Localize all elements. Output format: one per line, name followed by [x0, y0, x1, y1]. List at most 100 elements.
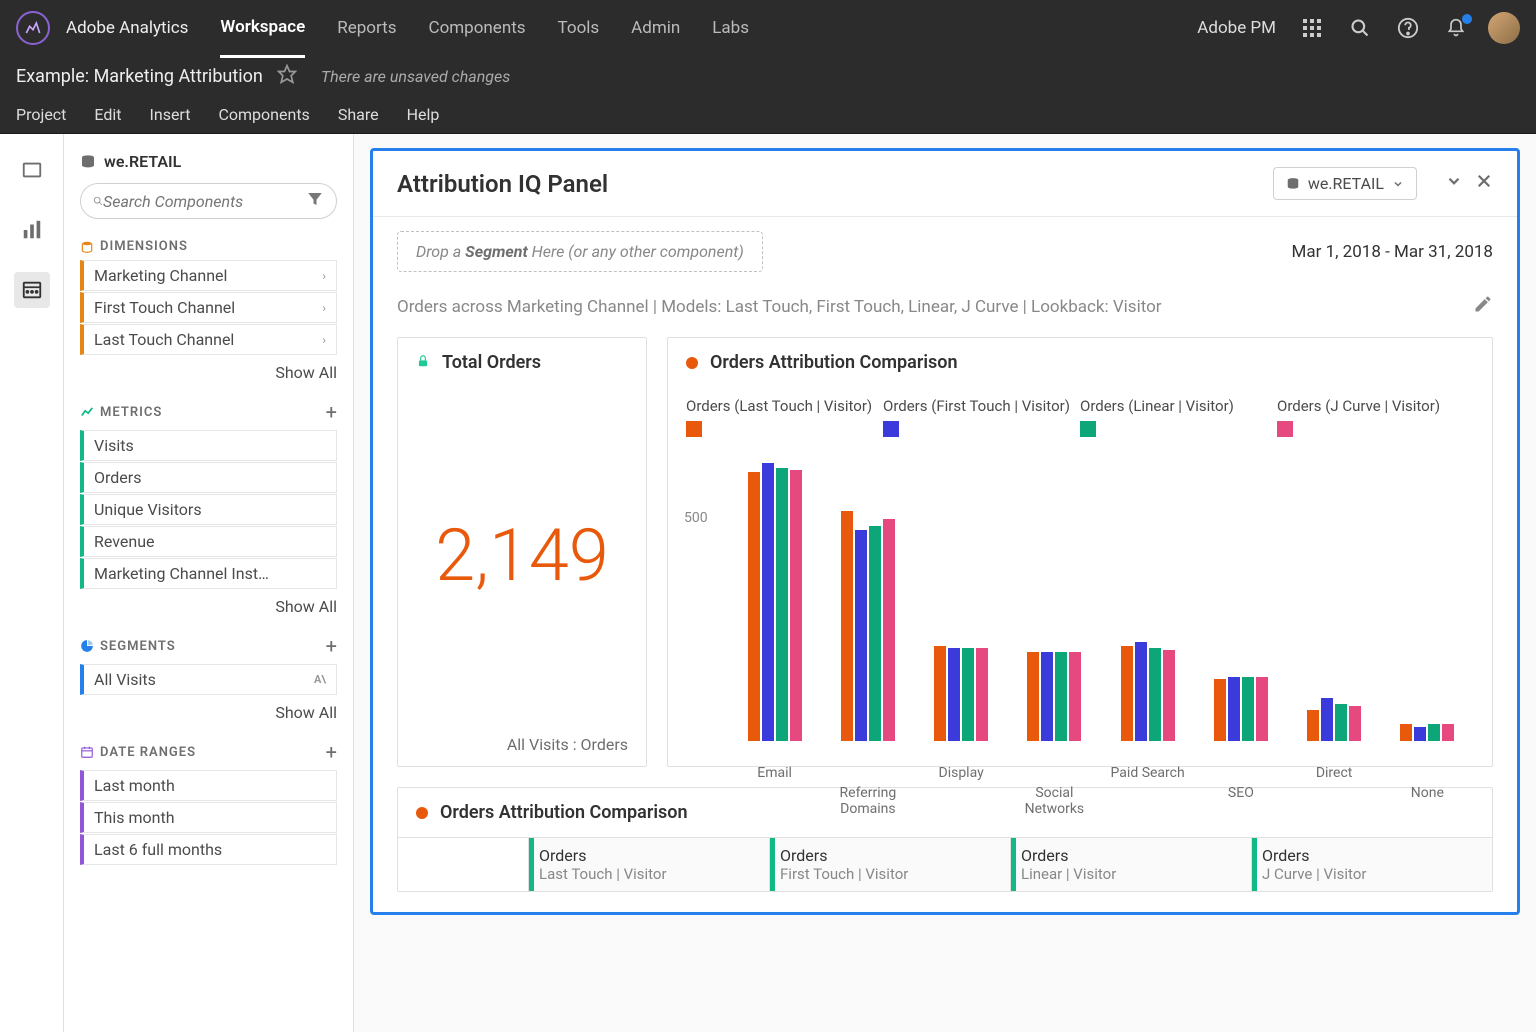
panel-collapse-icon[interactable] — [1445, 172, 1463, 195]
dimensions-show-all[interactable]: Show All — [80, 363, 337, 382]
segments-show-all[interactable]: Show All — [80, 703, 337, 722]
component-item[interactable]: Unique Visitors — [80, 494, 337, 525]
legend-item: Orders (Last Touch | Visitor) — [686, 397, 883, 441]
x-axis-label: SEO — [1194, 785, 1287, 817]
nav-item-labs[interactable]: Labs — [712, 0, 749, 56]
component-item[interactable]: Last month — [80, 770, 337, 801]
component-search[interactable] — [80, 183, 337, 219]
user-avatar[interactable] — [1488, 12, 1520, 44]
bar — [1349, 706, 1361, 741]
panel-suite-selector[interactable]: we.RETAIL — [1273, 167, 1417, 200]
help-icon[interactable] — [1396, 16, 1420, 40]
component-item[interactable]: Marketing Channel› — [80, 260, 337, 291]
menu-edit[interactable]: Edit — [94, 105, 121, 124]
bar-chart: 500 — [728, 451, 1474, 741]
bar — [976, 648, 988, 741]
panel-suite-name: we.RETAIL — [1308, 174, 1384, 193]
search-input[interactable] — [103, 192, 306, 211]
bar — [1027, 652, 1039, 741]
nav-item-components[interactable]: Components — [429, 0, 526, 56]
bar — [1256, 677, 1268, 741]
add-daterange-button[interactable]: + — [326, 740, 337, 764]
menu-help[interactable]: Help — [407, 105, 440, 124]
menu-insert[interactable]: Insert — [150, 105, 191, 124]
table-column-header[interactable]: OrdersJ Curve | Visitor — [1251, 838, 1492, 891]
metrics-show-all[interactable]: Show All — [80, 597, 337, 616]
nav-item-workspace[interactable]: Workspace — [220, 0, 305, 58]
search-icon[interactable] — [1348, 16, 1372, 40]
card-color-dot — [686, 357, 698, 369]
panel-header: Attribution IQ Panel we.RETAIL — [373, 151, 1517, 217]
menu-components[interactable]: Components — [218, 105, 309, 124]
component-item[interactable]: Marketing Channel Inst… — [80, 558, 337, 589]
component-item[interactable]: Revenue — [80, 526, 337, 557]
apps-icon[interactable] — [1300, 16, 1324, 40]
filter-icon[interactable] — [306, 190, 324, 212]
add-segment-button[interactable]: + — [326, 634, 337, 658]
segments-section-head: SEGMENTS + — [80, 634, 337, 658]
chart-legend: Orders (Last Touch | Visitor)Orders (Fir… — [668, 387, 1492, 451]
component-item[interactable]: Last 6 full months — [80, 834, 337, 865]
card-color-dot — [416, 807, 428, 819]
x-axis-label: Display — [915, 765, 1008, 781]
legend-item: Orders (J Curve | Visitor) — [1277, 397, 1474, 441]
attribution-chart-card: Orders Attribution Comparison Orders (La… — [667, 337, 1493, 767]
x-axis-label: Paid Search — [1101, 765, 1194, 781]
x-axis-label: Direct — [1288, 765, 1381, 781]
bar — [790, 470, 802, 741]
menu-project[interactable]: Project — [16, 105, 66, 124]
x-axis-label: None — [1381, 785, 1474, 817]
favorite-star-icon[interactable] — [277, 64, 297, 89]
components-sidebar: we.RETAIL DIMENSIONS Marketing Channel›F… — [64, 134, 354, 1032]
notifications-icon[interactable] — [1444, 16, 1468, 40]
bar — [1228, 677, 1240, 741]
table-column-header[interactable]: OrdersFirst Touch | Visitor — [769, 838, 1010, 891]
bar — [1149, 648, 1161, 741]
bar — [1428, 724, 1440, 741]
legend-item: Orders (First Touch | Visitor) — [883, 397, 1080, 441]
component-item[interactable]: All VisitsA\ — [80, 664, 337, 695]
org-switcher[interactable]: Adobe PM — [1197, 18, 1276, 38]
panel-close-icon[interactable] — [1475, 172, 1493, 195]
component-item[interactable]: Last Touch Channel› — [80, 324, 337, 355]
component-item[interactable]: This month — [80, 802, 337, 833]
project-menubar: Project Edit Insert Components Share Help — [0, 96, 1536, 134]
lock-icon — [416, 354, 430, 372]
app-logo-icon — [16, 11, 50, 45]
workspace-canvas: Attribution IQ Panel we.RETAIL Drop a Se… — [354, 134, 1536, 1032]
rail-panels-icon[interactable] — [14, 152, 50, 188]
panel-date-range[interactable]: Mar 1, 2018 - Mar 31, 2018 — [1292, 242, 1494, 262]
add-metric-button[interactable]: + — [326, 400, 337, 424]
table-column-header[interactable]: OrdersLinear | Visitor — [1010, 838, 1251, 891]
calendar-icon — [80, 745, 94, 759]
bar — [1121, 646, 1133, 741]
panel-title: Attribution IQ Panel — [397, 170, 1273, 198]
component-item[interactable]: Orders — [80, 462, 337, 493]
dimension-icon — [80, 240, 94, 254]
chart-card-title: Orders Attribution Comparison — [710, 352, 958, 373]
table-column-header[interactable]: OrdersLast Touch | Visitor — [528, 838, 769, 891]
panel-description-row: Orders across Marketing Channel | Models… — [373, 286, 1517, 337]
panel-description: Orders across Marketing Channel | Models… — [397, 297, 1162, 317]
bar — [776, 468, 788, 741]
metrics-section-head: METRICS + — [80, 400, 337, 424]
segment-dropzone[interactable]: Drop a Segment Here (or any other compon… — [397, 231, 763, 272]
bar — [1214, 679, 1226, 741]
nav-item-tools[interactable]: Tools — [558, 0, 600, 56]
table-header-row: OrdersLast Touch | VisitorOrdersFirst To… — [398, 837, 1492, 891]
bar — [1041, 652, 1053, 741]
rail-visualizations-icon[interactable] — [14, 212, 50, 248]
component-item[interactable]: Visits — [80, 430, 337, 461]
menu-share[interactable]: Share — [338, 105, 379, 124]
nav-item-admin[interactable]: Admin — [631, 0, 680, 56]
total-orders-value: 2,149 — [398, 387, 646, 723]
suite-name: we.RETAIL — [104, 152, 181, 171]
app-name: Adobe Analytics — [66, 18, 188, 38]
rail-components-icon[interactable] — [14, 272, 50, 308]
edit-description-icon[interactable] — [1473, 294, 1493, 319]
bar — [841, 511, 853, 741]
nav-item-reports[interactable]: Reports — [337, 0, 396, 56]
component-item[interactable]: First Touch Channel› — [80, 292, 337, 323]
bar — [1414, 727, 1426, 742]
chart-x-labels — [668, 751, 1492, 765]
